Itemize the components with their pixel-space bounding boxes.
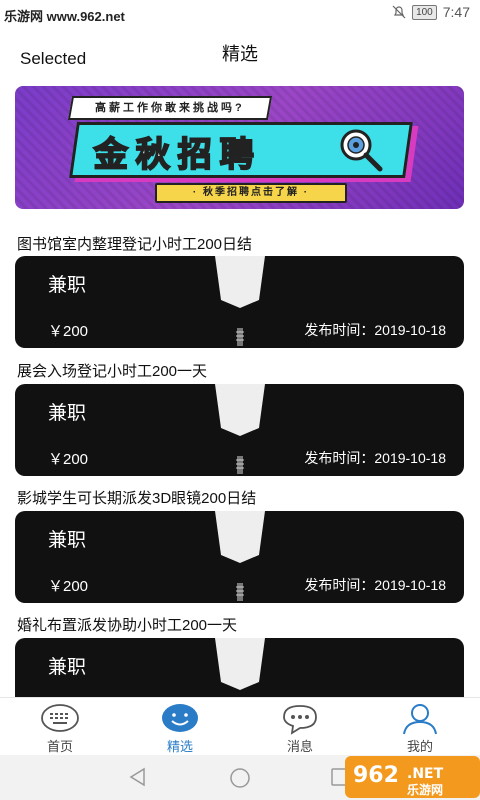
status-bar: 乐游网 www.962.net 100 7:47 [0, 0, 480, 28]
job-title[interactable]: 展会入场登记小时工200一天 [17, 360, 207, 381]
tab-profile[interactable]: 我的 [360, 698, 480, 756]
tab-featured[interactable]: 精选 [120, 698, 240, 756]
status-time: 7:47 [442, 4, 470, 20]
mute-icon [392, 5, 406, 19]
bottom-tab-bar: 首页 精选 消息 我的 [0, 697, 480, 756]
header: Selected 精选 [0, 28, 480, 80]
svg-text:962: 962 [353, 763, 399, 788]
job-type: 兼职 [48, 657, 87, 678]
status-site-label: 乐游网 www.962.net [4, 9, 125, 24]
banner-top-tag: 高薪工作你敢来挑战吗? [67, 96, 273, 120]
job-price: ￥200 [48, 451, 89, 468]
user-icon [403, 704, 437, 735]
smile-icon [162, 704, 198, 732]
job-date: 发布时间：2019-10-18 [304, 450, 446, 466]
collar-decoration-icon [215, 384, 265, 436]
job-type: 兼职 [48, 530, 87, 551]
job-card[interactable]: 兼职 ￥200 发布时间：2019-10-18 [15, 511, 464, 603]
job-title[interactable]: 图书馆室内整理登记小时工200日结 [17, 233, 252, 254]
job-date: 发布时间：2019-10-18 [304, 322, 446, 338]
svg-text:乐游网: 乐游网 [407, 782, 443, 797]
banner-main-panel: 金秋招聘 [69, 122, 413, 178]
zipper-icon [236, 456, 244, 474]
job-card[interactable]: 兼职 [15, 638, 464, 698]
page-title: 精选 [222, 44, 258, 64]
home-icon[interactable] [229, 767, 251, 789]
site-watermark-logo: 962 .NET 乐游网 [345, 756, 480, 798]
collar-decoration-icon [215, 511, 265, 563]
chat-icon [283, 705, 317, 735]
zipper-icon [236, 583, 244, 601]
job-price: ￥200 [48, 323, 89, 340]
back-icon[interactable] [128, 767, 148, 787]
job-date: 发布时间：2019-10-18 [304, 577, 446, 593]
tab-messages[interactable]: 消息 [240, 698, 360, 756]
job-card[interactable]: 兼职 ￥200 发布时间：2019-10-18 [15, 256, 464, 348]
job-title[interactable]: 婚礼布置派发协助小时工200一天 [17, 614, 237, 635]
recruitment-banner[interactable]: 高薪工作你敢来挑战吗? 金秋招聘 · 秋季招聘点击了解 · [15, 86, 464, 209]
collar-decoration-icon [215, 638, 265, 690]
tab-home[interactable]: 首页 [0, 698, 120, 756]
job-title[interactable]: 影城学生可长期派发3D眼镜200日结 [17, 487, 256, 508]
keyboard-icon [41, 704, 79, 732]
magnifier-icon [340, 129, 383, 172]
job-type: 兼职 [48, 275, 87, 296]
tab-featured-label: 精选 [166, 739, 193, 754]
tab-messages-label: 消息 [286, 739, 313, 754]
tab-home-label: 首页 [46, 739, 73, 754]
svg-text:.NET: .NET [407, 766, 444, 782]
job-card[interactable]: 兼职 ￥200 发布时间：2019-10-18 [15, 384, 464, 476]
banner-bottom-tag: · 秋季招聘点击了解 · [155, 183, 347, 203]
job-type: 兼职 [48, 403, 87, 424]
job-price: ￥200 [48, 578, 89, 595]
zipper-icon [236, 328, 244, 346]
collar-decoration-icon [215, 256, 265, 308]
battery-indicator: 100 [412, 4, 437, 20]
status-right-group: 100 7:47 [392, 4, 470, 20]
banner-top-text: 高薪工作你敢来挑战吗? [95, 102, 245, 114]
banner-main-text: 金秋招聘 [93, 135, 263, 175]
